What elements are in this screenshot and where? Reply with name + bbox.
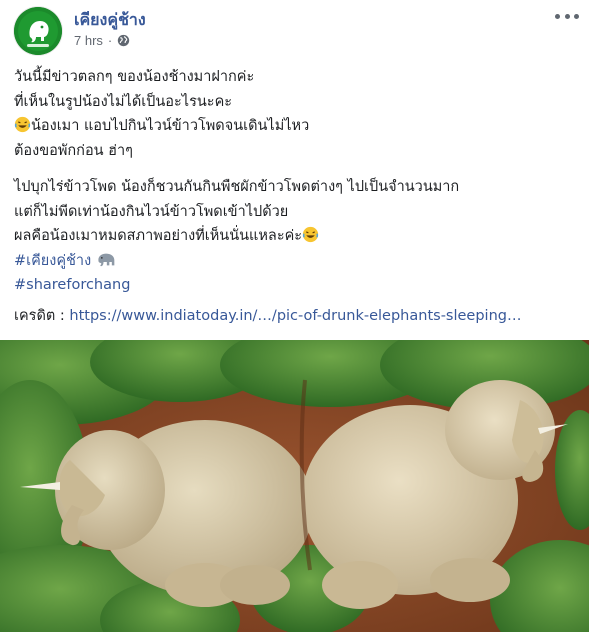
post-timestamp[interactable]: 7 hrs bbox=[74, 33, 103, 48]
credit-label: เครดิต : bbox=[14, 307, 65, 324]
meta-separator: · bbox=[107, 33, 113, 48]
post-line-with-emoji: ผลคือน้องเมาหมดสภาพอย่างที่เห็นนั่นแหละค… bbox=[14, 224, 579, 249]
post-line-text: น้องเมา แอบไปกินไวน์ข้าวโพดจนเดินไม่ไหว bbox=[31, 118, 310, 134]
post-meta: 7 hrs · bbox=[74, 33, 130, 48]
post-line: วันนี้มีข่าวตลกๆ ของน้องช้างมาฝากค่ะ bbox=[14, 69, 255, 85]
more-options-icon[interactable] bbox=[555, 10, 579, 22]
hashtag-link[interactable]: #เคียงคู่ช้าง bbox=[14, 253, 91, 269]
post-text: วันนี้มีข่าวตลกๆ ของน้องช้างมาฝากค่ะ ที่… bbox=[14, 65, 579, 328]
drunk-elephants-photo bbox=[0, 340, 589, 632]
globe-icon[interactable] bbox=[117, 34, 130, 47]
hashtag-link[interactable]: #shareforchang bbox=[14, 277, 130, 293]
facebook-post: เคียงคู่ช้าง 7 hrs · วันนี้มีข่าวตลกๆ ขอ… bbox=[0, 0, 589, 632]
post-photo[interactable] bbox=[0, 340, 589, 632]
post-line: ที่เห็นในรูปน้องไม่ได้เป็นอะไรนะคะ bbox=[14, 93, 233, 110]
page-name-link[interactable]: เคียงคู่ช้าง bbox=[74, 8, 146, 33]
credit-line: เครดิต : https://www.indiatoday.in/…/pic… bbox=[14, 304, 579, 329]
elephant-logo-icon bbox=[14, 7, 62, 55]
elephant-emoji-icon bbox=[98, 253, 115, 266]
post-header: เคียงคู่ช้าง 7 hrs · bbox=[0, 0, 589, 62]
credit-link[interactable]: https://www.indiatoday.in/…/pic-of-drunk… bbox=[69, 308, 521, 324]
post-line: แต่ก็ไม่พีดเท่าน้องกินไวน์ข้าวโพดเข้าไปด… bbox=[14, 203, 289, 220]
post-line-with-emoji: น้องเมา แอบไปกินไวน์ข้าวโพดจนเดินไม่ไหว bbox=[14, 114, 579, 139]
post-line-text: ผลคือน้องเมาหมดสภาพอย่างที่เห็นนั่นแหละค… bbox=[14, 228, 303, 244]
laughing-emoji-icon bbox=[302, 226, 319, 243]
laughing-emoji-icon bbox=[14, 116, 31, 133]
post-line: ไปบุกไร่ข้าวโพด น้องก็ชวนกันกินพืชผักข้า… bbox=[14, 179, 460, 195]
page-avatar[interactable] bbox=[14, 7, 62, 55]
hashtag-line: #shareforchang bbox=[14, 273, 579, 298]
hashtag-line: #เคียงคู่ช้าง bbox=[14, 249, 579, 274]
post-line: ต้องขอพักก่อน ฮ่าๆ bbox=[14, 142, 133, 159]
